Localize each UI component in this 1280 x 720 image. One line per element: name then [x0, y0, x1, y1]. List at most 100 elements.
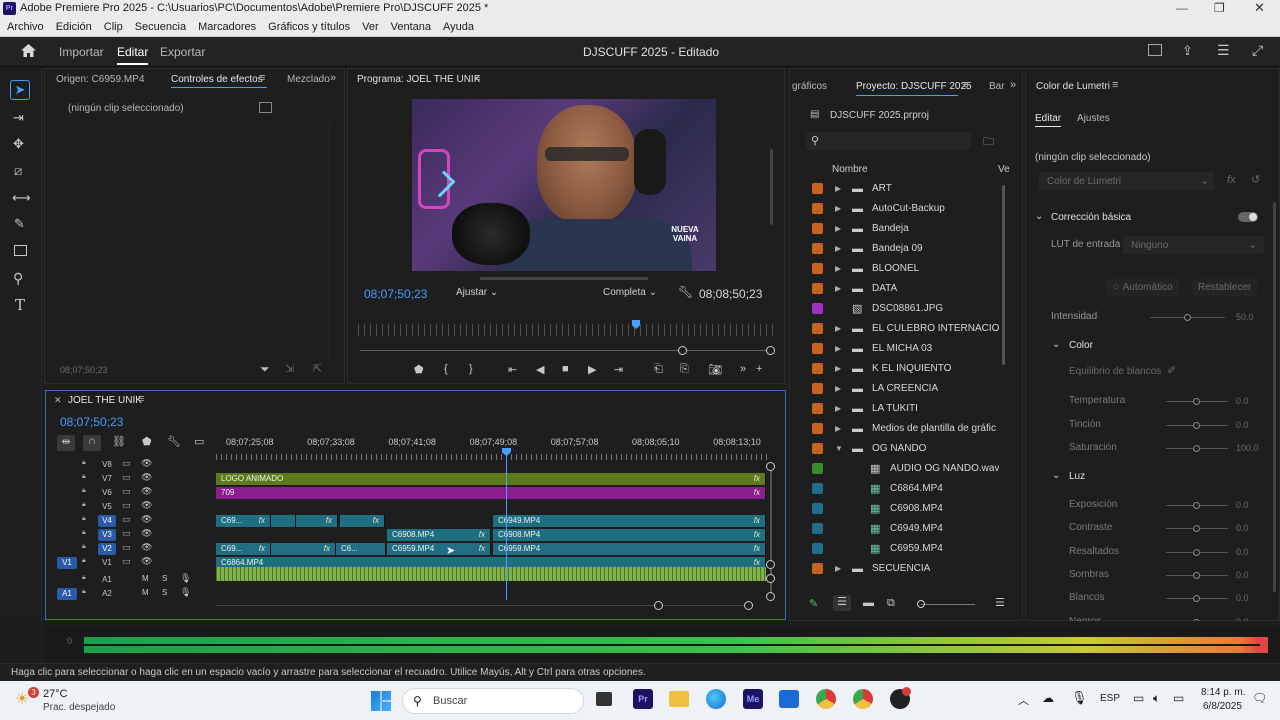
extract-icon[interactable]: ⎘ — [680, 363, 689, 376]
section-basic-correction[interactable]: Corrección básica — [1051, 212, 1131, 223]
slider-knob[interactable] — [1193, 618, 1200, 621]
zoom-handle-right[interactable] — [766, 346, 775, 355]
track-name[interactable]: A1 — [98, 574, 116, 586]
export-icon[interactable]: ⇲ — [285, 362, 294, 375]
tab-bins[interactable]: Bar — [989, 81, 1005, 92]
search-input[interactable] — [826, 133, 966, 149]
expand-icon[interactable]: ▶ — [835, 339, 841, 359]
program-timecode[interactable]: 08;07;50;23 — [364, 287, 427, 301]
eye-icon[interactable]: 👁︎ — [141, 458, 152, 469]
label-color-swatch[interactable] — [812, 263, 823, 274]
slider-knob[interactable] — [1193, 445, 1200, 452]
eye-icon[interactable]: 👁︎ — [141, 556, 152, 567]
project-item-name[interactable]: DSC08861.JPG — [872, 299, 943, 319]
chrome-icon-2[interactable] — [853, 689, 873, 709]
sync-lock-icon[interactable]: ▭ — [122, 542, 131, 553]
pen-icon[interactable]: ✎ — [14, 216, 25, 232]
project-item-name[interactable]: C6864.MP4 — [890, 479, 943, 499]
expand-icon[interactable]: ▶ — [835, 259, 841, 279]
microphone-icon[interactable]: 🎙︎ — [180, 573, 191, 584]
label-color-swatch[interactable] — [812, 283, 823, 294]
lock-icon[interactable]: 🔒︎ — [82, 459, 86, 467]
track-name[interactable]: V3 — [98, 529, 116, 541]
label-color-swatch[interactable] — [812, 383, 823, 394]
mark-in-icon[interactable]: { — [444, 363, 448, 375]
sync-lock-icon[interactable]: ▭ — [122, 514, 131, 525]
chevron-up-icon[interactable]: ︿ — [1018, 692, 1029, 708]
expand-icon[interactable]: ▶ — [835, 319, 841, 339]
pencil-icon[interactable]: ✎ — [809, 597, 818, 610]
windows-start-icon[interactable] — [371, 691, 391, 711]
monitor-icon[interactable]: ▭ — [1133, 691, 1144, 705]
expand-icon[interactable]: ▶ — [835, 419, 841, 439]
slider-value[interactable]: 0.0 — [1236, 547, 1249, 557]
lock-icon[interactable]: 🔒︎ — [82, 588, 86, 596]
track-name[interactable]: V4 — [98, 515, 116, 527]
chevron-down-icon[interactable]: ⌄ — [1052, 339, 1060, 350]
volume-icon[interactable]: 🔈︎ — [1153, 691, 1160, 706]
close-icon[interactable]: ✕ — [1254, 0, 1265, 16]
project-scrollbar[interactable] — [1002, 185, 1005, 365]
eye-icon[interactable]: 👁︎ — [141, 500, 152, 511]
hand-icon[interactable]: ⚲ — [13, 270, 23, 287]
zoom-slider-knob[interactable] — [917, 600, 925, 608]
lock-icon[interactable]: 🔒︎ — [82, 574, 86, 582]
filter-icon[interactable]: ⏷ — [260, 362, 270, 377]
panel-menu-icon[interactable]: ≡ — [259, 72, 265, 84]
sync-lock-icon[interactable]: ▭ — [122, 528, 131, 539]
sync-lock-icon[interactable]: ▭ — [122, 500, 131, 511]
weather-desc[interactable]: Prac. despejado — [43, 702, 115, 713]
menu-item-3[interactable]: Secuencia — [135, 21, 186, 33]
workspaces-icon[interactable]: ☰ — [1217, 42, 1230, 59]
slider-knob[interactable] — [1193, 595, 1200, 603]
project-item-name[interactable]: AutoCut-Backup — [872, 199, 945, 219]
adjustment-slider[interactable] — [1166, 421, 1228, 429]
project-search[interactable]: ⚲ — [806, 132, 971, 150]
timeline-clip[interactable]: LOGO ANIMADO fx — [216, 473, 766, 485]
expand-icon[interactable]: ▶ — [835, 199, 841, 219]
vscroll-handle-bottom[interactable] — [766, 592, 775, 601]
language-indicator[interactable]: ESP — [1100, 693, 1120, 704]
lumetri-effect-select[interactable]: Color de Lumetri ⌄ — [1039, 172, 1214, 190]
project-item-name[interactable]: Bandeja 09 — [872, 239, 923, 259]
label-color-swatch[interactable] — [812, 363, 823, 374]
hscroll-handle-left[interactable] — [654, 601, 663, 610]
tab-mixer[interactable]: Mezclado — [287, 74, 330, 85]
menu-item-6[interactable]: Ver — [362, 21, 379, 33]
project-item-name[interactable]: C6959.MP4 — [890, 539, 943, 559]
step-forward-icon[interactable]: ▶ — [588, 363, 596, 376]
lut-select[interactable]: Ninguno ⌄ — [1123, 236, 1264, 254]
slider-value[interactable]: 0.0 — [1236, 617, 1249, 622]
project-item-name[interactable]: DATA — [872, 279, 897, 299]
slip-icon[interactable]: ⟷ — [12, 190, 31, 206]
label-color-swatch[interactable] — [812, 243, 823, 254]
expand-icon[interactable]: ▶ — [835, 359, 841, 379]
lift-icon[interactable]: ⎗ — [654, 363, 663, 376]
intensity-value[interactable]: 50.0 — [1236, 312, 1254, 322]
linked-selection-icon[interactable]: ⛓︎ — [112, 435, 126, 448]
label-color-swatch[interactable] — [812, 443, 823, 454]
adjustment-slider[interactable] — [1166, 548, 1228, 556]
timeline-clip[interactable]: C6908.MP4 fx — [493, 529, 766, 541]
adjustment-slider[interactable] — [1166, 595, 1228, 603]
expand-icon[interactable]: ▶ — [835, 179, 841, 199]
track-name[interactable]: V6 — [98, 487, 116, 499]
label-color-swatch[interactable] — [812, 463, 823, 474]
track-name[interactable]: A2 — [98, 588, 116, 600]
label-color-swatch[interactable] — [812, 543, 823, 554]
menu-item-4[interactable]: Marcadores — [198, 21, 256, 33]
more-buttons-icon[interactable]: » — [740, 363, 746, 375]
menu-item-0[interactable]: Archivo — [7, 21, 44, 33]
slider-value[interactable]: 0.0 — [1236, 523, 1249, 533]
project-more-icon[interactable]: » — [1010, 79, 1016, 91]
timeline-clip[interactable]: C69... fx — [216, 543, 271, 555]
slider-value[interactable]: 100.0 — [1236, 443, 1259, 453]
slider-value[interactable]: 0.0 — [1236, 500, 1249, 510]
vscroll-handle-mid2[interactable] — [766, 574, 775, 583]
task-view-icon[interactable] — [596, 692, 612, 706]
column-video[interactable]: Ve — [998, 164, 1010, 175]
render-icon[interactable]: ⇱ — [313, 362, 322, 375]
lumetri-title[interactable]: Color de Lumetri — [1036, 81, 1110, 92]
menu-item-7[interactable]: Ventana — [391, 21, 431, 33]
tab-exportar[interactable]: Exportar — [160, 45, 205, 59]
